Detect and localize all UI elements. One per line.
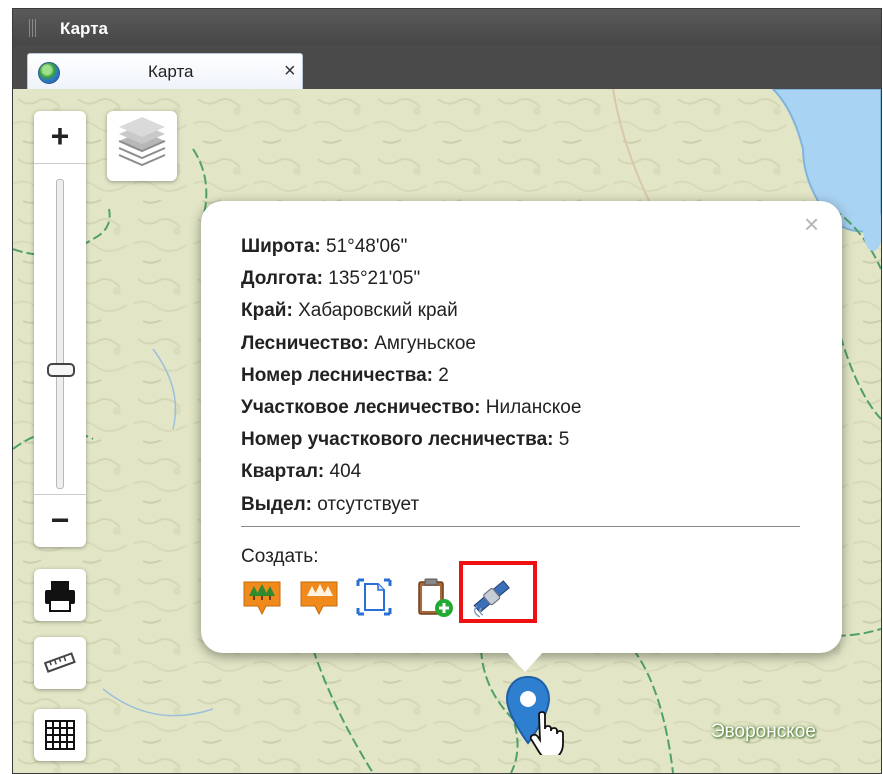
info-row-allotment: Выдел: отсутствует [241, 489, 581, 521]
info-label: Номер лесничества: [241, 364, 433, 386]
layers-button[interactable] [107, 111, 177, 181]
globe-icon [38, 62, 60, 84]
hand-cursor-icon [529, 711, 564, 755]
info-label: Выдел: [241, 493, 312, 515]
info-value: 2 [438, 364, 449, 386]
feature-info-popup: × Широта: 51°48'06" Долгота: 135°21'05" … [201, 201, 842, 672]
window-title-bar[interactable]: Карта [13, 9, 881, 45]
info-value: 51°48'06" [326, 236, 408, 257]
create-forest-area-button[interactable] [298, 576, 340, 618]
clipboard-add-icon [418, 578, 453, 617]
create-forest-plot-button[interactable] [241, 576, 283, 618]
info-row-forestry: Лесничество: Амгуньское [241, 328, 581, 360]
info-value: Амгуньское [374, 332, 476, 354]
create-label: Создать: [241, 546, 319, 567]
info-value: 135°21'05" [328, 268, 421, 290]
create-document-button[interactable] [353, 576, 395, 618]
zoom-out-button[interactable]: − [34, 494, 86, 547]
info-row-latitude: Широта: 51°48'06" [241, 231, 581, 263]
info-value: Хабаровский край [298, 300, 458, 322]
info-row-longitude: Долгота: 135°21'05" [241, 263, 581, 295]
map-window: Карта Карта × + − Эворонское × Широта: 5… [12, 8, 882, 774]
info-label: Квартал: [241, 461, 325, 483]
info-label: Долгота: [241, 268, 323, 290]
info-value: отсутствует [317, 493, 420, 515]
zoom-in-button[interactable]: + [34, 111, 86, 164]
create-report-button[interactable] [413, 576, 455, 618]
measure-button[interactable] [34, 637, 86, 689]
popup-pointer [505, 650, 545, 672]
document-icon [356, 578, 392, 616]
layers-icon [118, 117, 166, 167]
info-value: 404 [329, 461, 362, 483]
popup-close-icon[interactable]: × [804, 209, 819, 240]
place-label: Эворонское [711, 721, 816, 742]
tab-strip: Карта × [13, 45, 881, 90]
tab-map[interactable]: Карта × [27, 53, 303, 90]
info-row-quarter: Квартал: 404 [241, 456, 581, 488]
info-value: 5 [558, 429, 570, 451]
forest-plot-icon [243, 581, 281, 616]
zoom-control: + − [34, 111, 86, 547]
info-value: Ниланское [485, 396, 582, 418]
map-canvas[interactable]: + − Эворонское × Широта: 51°48'06" Долго… [13, 89, 881, 773]
feature-info-list: Широта: 51°48'06" Долгота: 135°21'05" Кр… [241, 231, 581, 521]
printer-icon [45, 581, 75, 612]
window-title: Карта [60, 19, 108, 38]
grid-icon [45, 720, 75, 750]
info-label: Участковое лесничество: [241, 396, 481, 418]
info-label: Широта: [241, 236, 321, 257]
print-button[interactable] [34, 569, 86, 621]
info-row-forestry-number: Номер лесничества: 2 [241, 360, 581, 392]
info-label: Номер участкового лесничества: [241, 429, 554, 451]
zoom-slider-thumb[interactable] [47, 362, 75, 377]
info-row-district-forestry: Участковое лесничество: Ниланское [241, 392, 581, 424]
grid-button[interactable] [34, 709, 86, 761]
zoom-slider-track[interactable] [56, 179, 64, 489]
tab-close-icon[interactable]: × [284, 60, 296, 83]
ruler-icon [43, 652, 76, 673]
info-row-region: Край: Хабаровский край [241, 295, 581, 327]
tab-label: Карта [148, 62, 194, 81]
highlight-frame [459, 561, 537, 623]
info-label: Лесничество: [241, 332, 369, 354]
info-row-district-forestry-number: Номер участкового лесничества: 5 [241, 424, 581, 456]
info-label: Край: [241, 300, 293, 322]
forest-plot-light-icon [300, 581, 338, 616]
popup-divider [241, 526, 800, 527]
drag-grip-icon[interactable] [29, 19, 37, 37]
